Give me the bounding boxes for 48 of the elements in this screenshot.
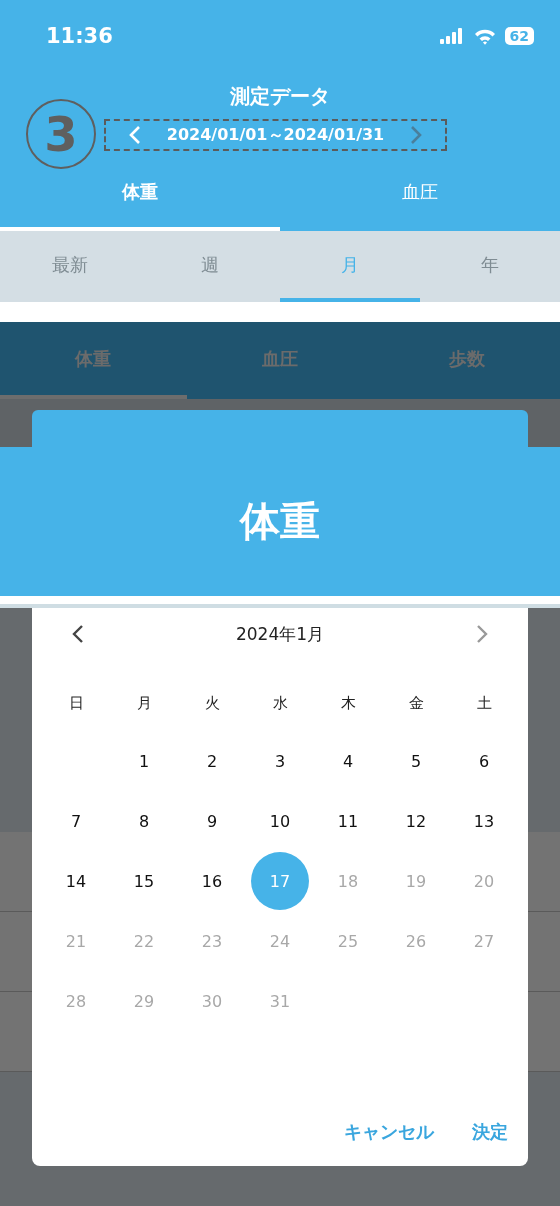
month-label: 2024年1月 — [235, 622, 325, 646]
chevron-left-icon[interactable] — [71, 624, 85, 644]
day-cell: 21 — [47, 912, 105, 970]
day-cell[interactable]: 13 — [455, 792, 513, 850]
day-cell: 31 — [251, 972, 309, 1030]
banner-title: 体重 — [240, 497, 320, 546]
day-cell: 20 — [455, 852, 513, 910]
day-cell[interactable]: 3 — [251, 732, 309, 790]
weekday-label: 水 — [271, 693, 289, 714]
chevron-right-icon[interactable] — [409, 125, 423, 145]
day-cell: 28 — [47, 972, 105, 1030]
weekday-label: 火 — [203, 693, 221, 714]
day-cell[interactable]: 10 — [251, 792, 309, 850]
day-cell[interactable]: 6 — [455, 732, 513, 790]
day-cell[interactable]: 14 — [47, 852, 105, 910]
day-cell[interactable]: 4 — [319, 732, 377, 790]
day-cell[interactable]: 11 — [319, 792, 377, 850]
day-cell: 24 — [251, 912, 309, 970]
weekday-label: 木 — [339, 693, 357, 714]
weekday-label: 月 — [135, 693, 153, 714]
weekday-label: 日 — [67, 693, 85, 714]
chevron-right-icon[interactable] — [475, 624, 489, 644]
day-cell: 19 — [387, 852, 445, 910]
day-cell: 27 — [455, 912, 513, 970]
date-range: 2024/01/01～2024/01/31 — [166, 124, 385, 146]
day-cell: 29 — [115, 972, 173, 1030]
day-cell[interactable]: 8 — [115, 792, 173, 850]
battery-icon: 62 — [504, 27, 534, 45]
step-number-badge: 3 — [26, 99, 96, 169]
day-cell[interactable]: 12 — [387, 792, 445, 850]
day-cell[interactable]: 9 — [183, 792, 241, 850]
day-cell[interactable]: 15 — [115, 852, 173, 910]
screen-title: 測定データ — [230, 83, 330, 110]
day-cell[interactable]: 2 — [183, 732, 241, 790]
day-cell[interactable]: 5 — [387, 732, 445, 790]
signal-icon — [438, 28, 465, 44]
day-cell: 26 — [387, 912, 445, 970]
day-cell[interactable]: 16 — [183, 852, 241, 910]
day-cell: 18 — [319, 852, 377, 910]
weekday-label: 土 — [475, 693, 493, 714]
day-cell: 22 — [115, 912, 173, 970]
day-cell: 23 — [183, 912, 241, 970]
day-cell[interactable]: 7 — [47, 792, 105, 850]
day-cell[interactable]: 1 — [115, 732, 173, 790]
status-time: 11:36 — [46, 24, 113, 48]
weekday-label: 金 — [407, 693, 425, 714]
day-cell: 25 — [319, 912, 377, 970]
day-cell: 30 — [183, 972, 241, 1030]
